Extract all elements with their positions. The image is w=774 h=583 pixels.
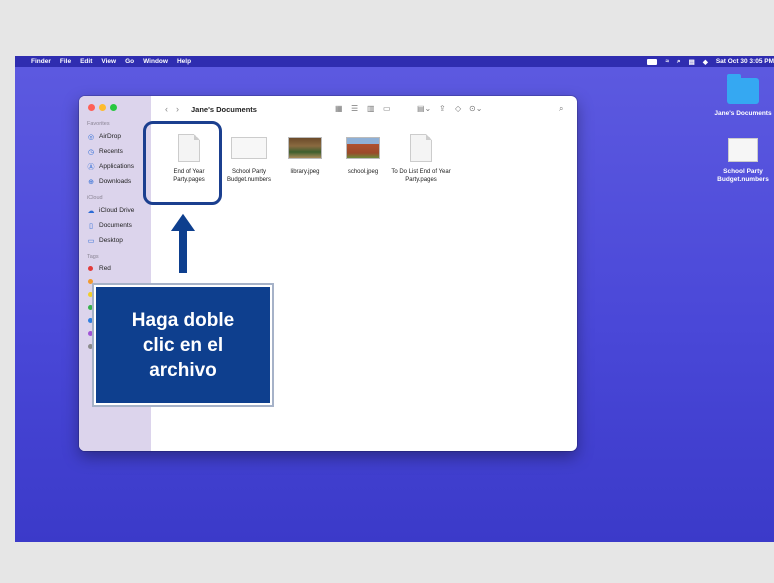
sidebar-item-icloud-drive[interactable]: ☁ iCloud Drive	[79, 203, 151, 218]
list-view-icon[interactable]: ☰	[351, 104, 358, 113]
tag-icon[interactable]: ◇	[455, 104, 461, 113]
gallery-view-icon[interactable]: ▭	[383, 104, 391, 113]
tag-dot-icon	[88, 292, 93, 297]
menu-clock[interactable]: Sat Oct 30 3:05 PM	[716, 58, 774, 65]
sidebar-item-applications[interactable]: Ⓐ Applications	[79, 159, 151, 174]
file-label: school.jpeg	[347, 169, 379, 175]
cloud-icon: ☁	[87, 207, 95, 215]
applications-icon: Ⓐ	[87, 163, 95, 171]
menu-edit[interactable]: Edit	[80, 58, 92, 65]
image-thumbnail-icon	[346, 137, 380, 159]
tag-dot-icon	[88, 279, 93, 284]
sidebar-item-label: Downloads	[99, 178, 132, 185]
pages-document-icon	[410, 134, 432, 162]
clock-icon: ◷	[87, 148, 95, 156]
wifi-icon[interactable]: ≈	[665, 58, 669, 65]
sidebar-item-label: Desktop	[99, 237, 123, 244]
desktop-icon: ▭	[87, 237, 95, 245]
folder-icon	[727, 74, 759, 104]
menu-help[interactable]: Help	[177, 58, 191, 65]
numbers-document-icon	[231, 137, 267, 159]
menu-bar: Finder File Edit View Go Window Help ≈ ⌕…	[15, 56, 774, 67]
minimize-button[interactable]	[99, 104, 106, 111]
battery-icon[interactable]	[647, 58, 658, 65]
file-to-do-list[interactable]: To Do List End of Year Party.pages	[391, 134, 451, 184]
sidebar-item-documents[interactable]: ▯ Documents	[79, 218, 151, 233]
menu-go[interactable]: Go	[125, 58, 134, 65]
file-label: School Party Budget.numbers	[226, 169, 272, 183]
window-title: Jane's Documents	[191, 104, 257, 114]
spreadsheet-icon	[728, 138, 758, 162]
sidebar-item-label: iCloud Drive	[99, 207, 135, 214]
control-center-icon[interactable]: ▤	[689, 58, 695, 66]
image-thumbnail-icon	[288, 137, 322, 159]
sidebar-item-desktop[interactable]: ▭ Desktop	[79, 233, 151, 248]
window-controls	[79, 104, 151, 111]
zoom-button[interactable]	[110, 104, 117, 111]
siri-icon[interactable]: ◆	[703, 58, 708, 66]
spotlight-icon[interactable]: ⌕	[677, 58, 681, 66]
sidebar-item-label: Documents	[99, 222, 132, 229]
airdrop-icon: ◎	[87, 133, 95, 141]
menu-window[interactable]: Window	[143, 58, 168, 65]
arrow-up-icon	[167, 210, 199, 275]
menu-view[interactable]: View	[101, 58, 116, 65]
close-button[interactable]	[88, 104, 95, 111]
desktop-item-label: School Party Budget.numbers	[717, 168, 769, 183]
desktop-file-school-party-budget[interactable]: School Party Budget.numbers	[708, 138, 774, 184]
menu-file[interactable]: File	[60, 58, 71, 65]
sidebar-header-tags: Tags	[87, 254, 99, 260]
sidebar-item-label: AirDrop	[99, 133, 122, 140]
finder-toolbar: ‹› Jane's Documents ▦ ☰ ▥ ▭ ▤⌄ ⇪ ◇ ⊙⌄ ⌕	[151, 96, 577, 122]
selection-highlight-ring	[143, 121, 222, 205]
document-icon: ▯	[89, 222, 93, 230]
sidebar-item-airdrop[interactable]: ◎ AirDrop	[79, 129, 151, 144]
tag-dot-icon	[88, 331, 93, 336]
sidebar-tag-red[interactable]: Red	[79, 262, 151, 275]
file-label: To Do List End of Year Party.pages	[391, 169, 451, 183]
sidebar-header-favorites: Favorites	[87, 121, 110, 127]
menu-finder[interactable]: Finder	[31, 58, 51, 65]
instruction-callout: Haga doble clic en el archivo	[94, 285, 272, 405]
sidebar-header-icloud: iCloud	[87, 195, 103, 201]
icon-view-icon[interactable]: ▦	[335, 104, 343, 113]
desktop-folder-janes-documents[interactable]: Jane's Documents	[708, 74, 774, 118]
screenshot-frame: Finder File Edit View Go Window Help ≈ ⌕…	[0, 0, 774, 583]
tag-dot-icon	[88, 318, 93, 323]
file-school-jpeg[interactable]: school.jpeg	[333, 134, 393, 176]
tag-dot-icon	[88, 266, 93, 271]
file-library-jpeg[interactable]: library.jpeg	[275, 134, 335, 176]
search-icon[interactable]: ⌕	[559, 104, 563, 114]
tag-dot-icon	[88, 305, 93, 310]
back-forward-icons[interactable]: ‹›	[165, 104, 187, 114]
file-school-party-budget[interactable]: School Party Budget.numbers	[219, 134, 279, 184]
sidebar-item-label: Recents	[99, 148, 123, 155]
group-icon[interactable]: ▤⌄	[417, 104, 431, 113]
desktop-item-label: Jane's Documents	[714, 110, 772, 117]
share-icon[interactable]: ⇪	[439, 104, 446, 113]
sidebar-item-recents[interactable]: ◷ Recents	[79, 144, 151, 159]
tag-dot-icon	[88, 344, 93, 349]
column-view-icon[interactable]: ▥	[367, 104, 375, 113]
more-actions-icon[interactable]: ⊙⌄	[469, 104, 482, 113]
sidebar-tag-label: Red	[99, 265, 111, 272]
file-label: library.jpeg	[290, 169, 320, 175]
sidebar-item-label: Applications	[99, 163, 135, 170]
sidebar-item-downloads[interactable]: ⊕ Downloads	[79, 174, 151, 189]
downloads-icon: ⊕	[88, 178, 94, 186]
